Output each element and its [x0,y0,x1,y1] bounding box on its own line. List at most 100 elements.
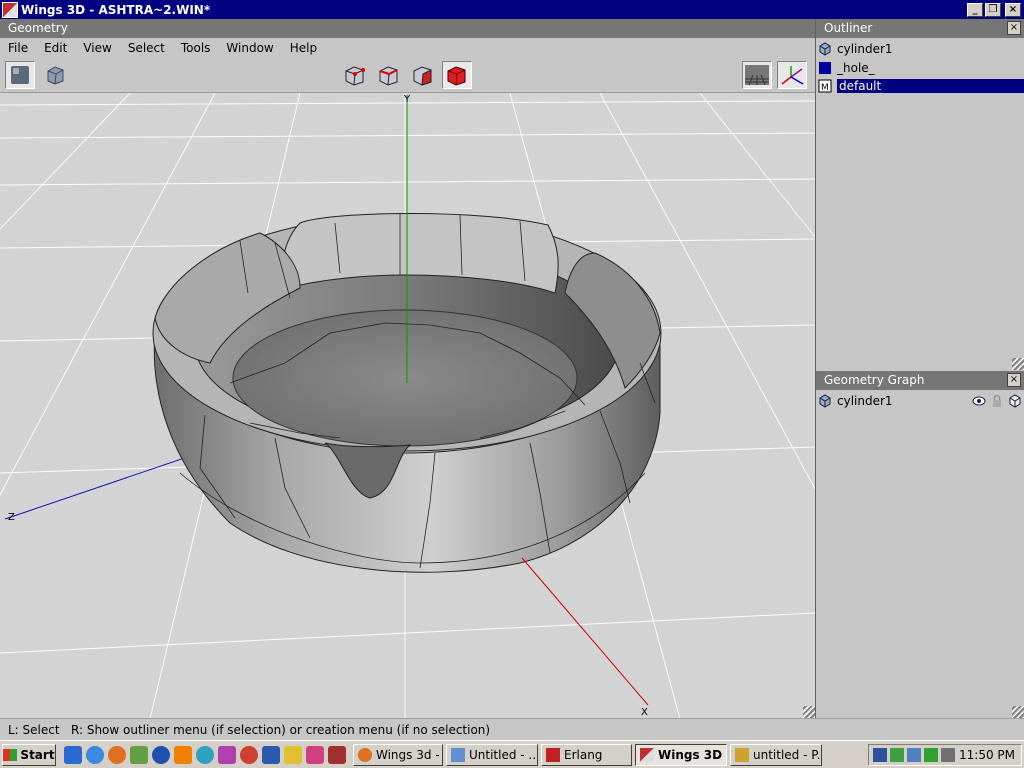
window-title-bar[interactable]: Wings 3D - ASHTRA~2.WIN* _ ❐ × [0,0,1024,19]
taskbar-item[interactable]: Wings 3d - ... [353,743,443,766]
wireframe-cube-icon[interactable] [1008,393,1022,408]
y-axis-label: Y [403,94,411,105]
axes-toggle-button[interactable] [777,61,807,89]
system-tray: 11:50 PM [868,744,1022,766]
start-label: Start [20,747,55,762]
firefox-icon[interactable] [108,745,126,764]
outliner-item-label: default [837,78,1024,93]
app-icon[interactable] [240,745,258,764]
face-mode-button[interactable] [408,61,438,89]
axes-icon [781,66,804,85]
vertex-select-icon [345,66,365,86]
cube-icon [819,41,831,56]
geometry-window-header: Geometry [0,19,815,38]
word-icon[interactable] [262,745,280,764]
outliner-item-label: _hole_ [837,60,875,75]
body-mode-button[interactable] [442,61,472,89]
close-button[interactable]: × [1005,2,1021,17]
wings-icon[interactable] [328,745,346,764]
material-swatch-icon [819,61,831,74]
menu-help[interactable]: Help [282,41,325,55]
minimize-button[interactable]: _ [967,2,983,17]
taskbar-item-label: Wings 3D ... [658,747,726,762]
menu-file[interactable]: File [0,41,36,55]
ground-plane-button[interactable] [742,61,772,89]
quick-launch-bar [64,745,350,764]
taskbar-item[interactable]: Untitled - ... [446,743,538,766]
flat-shaded-button[interactable] [40,61,70,89]
start-button[interactable]: Start [2,743,56,766]
menu-view[interactable]: View [75,41,119,55]
taskbar-item[interactable]: untitled - P... [730,743,822,766]
geometry-graph-close-button[interactable]: × [1007,373,1021,387]
status-bar: L: Select R: Show outliner menu (if sele… [0,718,1024,740]
eye-icon[interactable] [972,394,986,408]
wings-app-icon [2,1,18,18]
restore-button[interactable]: ❐ [985,2,1001,17]
outliner-item-hole[interactable]: _hole_ [818,59,875,76]
menu-bar: File Edit View Select Tools Window Help [0,38,815,58]
edge-select-icon [379,66,398,86]
toolbar [0,58,815,92]
network-icon[interactable] [873,748,887,762]
body-select-icon [447,66,466,86]
outliner-item-cylinder1[interactable]: cylinder1 [818,40,893,57]
graph-item-cylinder1[interactable]: cylinder1 [818,392,1022,409]
media-player-icon[interactable] [152,745,170,764]
taskbar-item-active[interactable]: Wings 3D ... [635,743,727,766]
geometry-viewport[interactable]: Y Z X [0,92,815,718]
edge-mode-button[interactable] [374,61,404,89]
outliner-header: Outliner × [816,19,1024,38]
app-icon[interactable] [130,745,148,764]
windows-flag-icon [3,748,18,761]
viewport-canvas: Y Z X [0,93,815,718]
geometry-graph-title: Geometry Graph [824,373,925,387]
outliner-item-label: cylinder1 [837,41,893,56]
wings-icon [640,747,654,762]
notepad-icon [451,747,465,762]
taskbar-item[interactable]: Erlang [541,743,632,766]
window-title: Wings 3D - ASHTRA~2.WIN* [21,2,211,17]
smooth-cube-icon [11,66,29,84]
svg-text:M: M [821,83,829,93]
outliner-item-default[interactable]: M default [818,77,1024,94]
flat-cube-icon [47,66,64,85]
tray-app-icon[interactable] [924,748,938,762]
vlc-icon[interactable] [174,745,192,764]
taskbar-item-label: Untitled - ... [469,747,538,762]
grid-icon [745,65,769,85]
tray-app-icon[interactable] [890,748,904,762]
z-axis-label: Z [8,512,15,523]
taskbar-item-label: untitled - P... [753,747,822,762]
browser-icon[interactable] [86,745,104,764]
graph-resize-grip[interactable] [1012,706,1024,718]
taskbar-item-label: Wings 3d - ... [376,747,442,762]
python-icon[interactable] [284,745,302,764]
vertex-mode-button[interactable] [340,61,370,89]
menu-window[interactable]: Window [218,41,281,55]
firefox-icon [358,747,372,762]
menu-edit[interactable]: Edit [36,41,75,55]
viewport-resize-grip[interactable] [803,706,815,718]
outliner-panel[interactable]: cylinder1 _hole_ M default [816,38,1024,371]
outliner-close-button[interactable]: × [1007,21,1021,35]
clock[interactable]: 11:50 PM [959,748,1015,762]
geometry-graph-panel[interactable]: cylinder1 [816,390,1024,718]
app-icon[interactable] [218,745,236,764]
menu-tools[interactable]: Tools [173,41,219,55]
geometry-graph-header: Geometry Graph × [816,371,1024,390]
cube-icon [819,393,831,408]
smooth-shaded-button[interactable] [5,61,35,89]
outliner-resize-grip[interactable] [1012,358,1024,370]
lock-icon[interactable] [990,394,1004,408]
app-icon[interactable] [306,745,324,764]
paint-icon [735,747,749,762]
volume-icon[interactable] [941,748,955,762]
quicktime-icon[interactable] [196,745,214,764]
erlang-icon [546,747,560,762]
tray-app-icon[interactable] [907,748,921,762]
menu-select[interactable]: Select [120,41,173,55]
ie-icon[interactable] [64,745,82,764]
x-axis-label: X [641,707,648,718]
x-axis-line [521,557,649,706]
